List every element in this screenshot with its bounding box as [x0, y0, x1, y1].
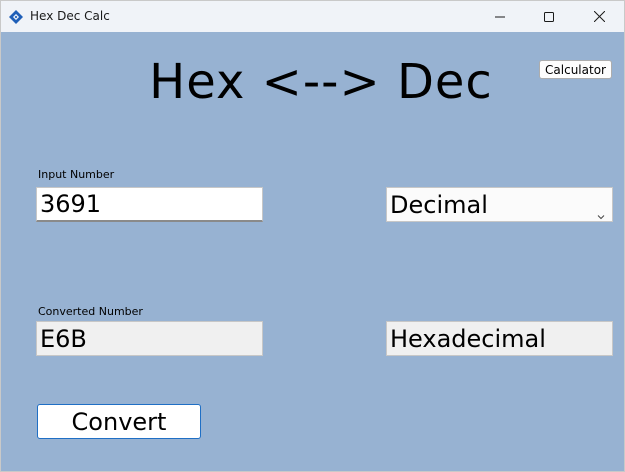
page-title: Hex <--> Dec	[149, 54, 493, 110]
input-type-select[interactable]: Decimal	[386, 187, 613, 222]
calculator-button[interactable]: Calculator	[539, 60, 612, 79]
title-bar[interactable]: Hex Dec Calc	[1, 1, 624, 32]
converted-number-value: E6B	[40, 324, 87, 353]
converted-number-label: Converted Number	[38, 305, 143, 318]
minimize-button[interactable]	[477, 1, 523, 32]
output-type-field: Hexadecimal	[386, 321, 613, 356]
minimize-icon	[495, 12, 505, 22]
maximize-button[interactable]	[526, 1, 572, 32]
maximize-icon	[544, 11, 554, 22]
app-logo-icon	[8, 9, 24, 25]
chevron-down-icon	[596, 200, 606, 220]
output-type-value: Hexadecimal	[390, 324, 546, 353]
input-type-value: Decimal	[390, 190, 488, 219]
input-number-label: Input Number	[38, 168, 115, 181]
input-number-value: 3691	[40, 190, 102, 218]
converted-number-field: E6B	[36, 321, 263, 356]
close-button[interactable]	[576, 1, 622, 32]
convert-button[interactable]: Convert	[37, 404, 201, 439]
window-title: Hex Dec Calc	[30, 9, 110, 23]
input-number-field[interactable]: 3691	[36, 187, 263, 222]
main-panel: Hex <--> Dec Calculator Input Number 369…	[1, 32, 624, 471]
app-window: Hex Dec Calc Hex <--> Dec Calculator Inp…	[0, 0, 625, 472]
close-icon	[593, 11, 605, 22]
